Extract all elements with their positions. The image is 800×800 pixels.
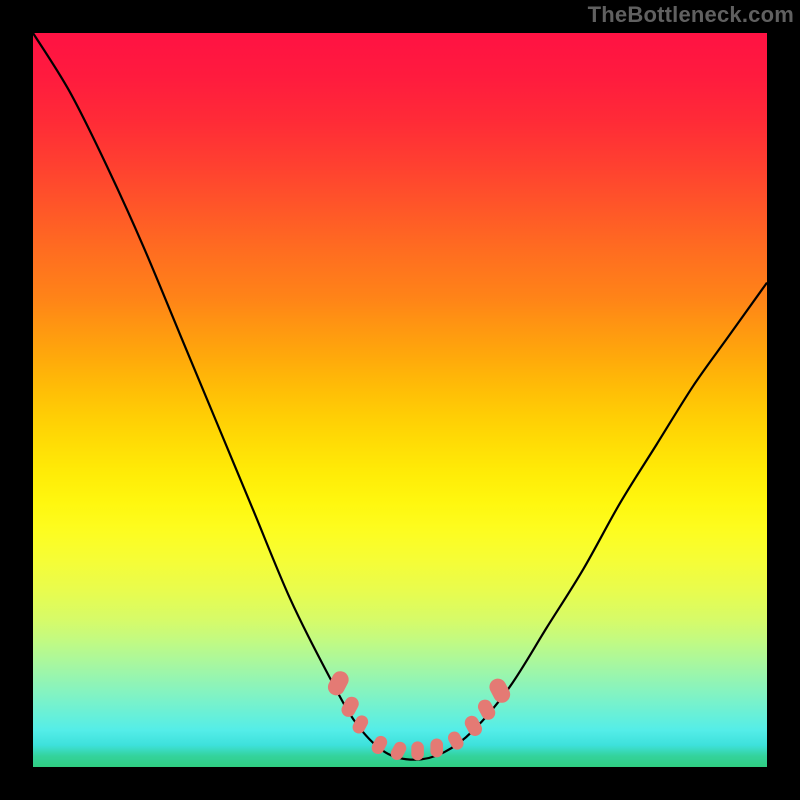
curve-marker (462, 713, 484, 738)
curve-markers (325, 668, 513, 762)
curve-marker (350, 713, 370, 736)
curve-marker (325, 668, 352, 698)
curve-marker (411, 741, 424, 760)
curve-marker (430, 739, 443, 758)
bottleneck-curve-path (33, 33, 767, 760)
curve-marker (339, 694, 361, 719)
chart-plot-area (33, 33, 767, 767)
curve-marker (475, 697, 497, 722)
curve-marker (486, 676, 513, 706)
chart-stage: TheBottleneck.com (0, 0, 800, 800)
watermark-text: TheBottleneck.com (588, 2, 794, 28)
chart-svg (33, 33, 767, 767)
